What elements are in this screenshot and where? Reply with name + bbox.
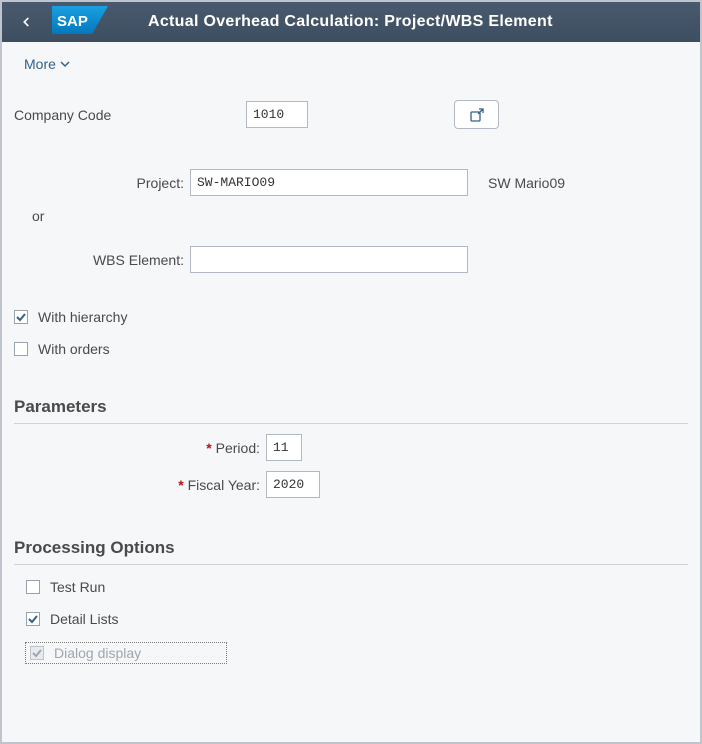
test-run-checkbox[interactable]	[26, 580, 40, 594]
chevron-left-icon	[19, 15, 33, 29]
fiscal-year-input[interactable]	[266, 471, 320, 498]
back-button[interactable]	[12, 8, 40, 36]
with-hierarchy-row: With hierarchy	[14, 309, 688, 325]
page-title: Actual Overhead Calculation: Project/WBS…	[148, 13, 553, 31]
parameters-divider	[14, 423, 688, 424]
processing-section-title: Processing Options	[14, 538, 688, 558]
company-code-row: Company Code	[14, 100, 688, 129]
sap-logo: SAP	[52, 6, 108, 39]
popup-icon	[469, 107, 485, 123]
fiscal-year-label: * Fiscal Year:	[14, 477, 266, 493]
with-orders-checkbox[interactable]	[14, 342, 28, 356]
detail-lists-label: Detail Lists	[50, 611, 118, 627]
dialog-display-checkbox	[30, 646, 44, 660]
with-hierarchy-checkbox[interactable]	[14, 310, 28, 324]
dialog-display-row: Dialog display	[26, 643, 676, 663]
launch-button[interactable]	[454, 100, 499, 129]
wbs-label: WBS Element:	[14, 252, 190, 268]
form-content: Company Code Project: SW Mario09 or WBS …	[2, 100, 700, 667]
with-hierarchy-label: With hierarchy	[38, 309, 127, 325]
with-orders-row: With orders	[14, 341, 688, 357]
fiscal-year-row: * Fiscal Year:	[14, 471, 688, 498]
company-code-label: Company Code	[14, 107, 246, 123]
chevron-down-icon	[60, 59, 70, 69]
project-description: SW Mario09	[488, 175, 565, 191]
wbs-input[interactable]	[190, 246, 468, 273]
wbs-row: WBS Element:	[14, 246, 688, 273]
test-run-label: Test Run	[50, 579, 105, 595]
toolbar-row: More	[2, 42, 700, 100]
processing-divider	[14, 564, 688, 565]
period-row: * Period:	[14, 434, 688, 461]
test-run-row: Test Run	[26, 579, 676, 595]
project-label: Project:	[14, 175, 190, 191]
app-header: SAP Actual Overhead Calculation: Project…	[2, 2, 700, 42]
project-input[interactable]	[190, 169, 468, 196]
detail-lists-checkbox[interactable]	[26, 612, 40, 626]
project-row: Project: SW Mario09	[14, 169, 688, 196]
processing-options: Test Run Detail Lists Dialog display	[14, 575, 688, 667]
dialog-display-focus: Dialog display	[26, 643, 226, 663]
period-input[interactable]	[266, 434, 302, 461]
company-code-input[interactable]	[246, 101, 308, 128]
with-orders-label: With orders	[38, 341, 110, 357]
detail-lists-row: Detail Lists	[26, 611, 676, 627]
period-label: * Period:	[14, 440, 266, 456]
more-dropdown[interactable]: More	[24, 56, 70, 72]
or-label: or	[14, 208, 688, 224]
dialog-display-label: Dialog display	[54, 645, 141, 661]
more-label: More	[24, 56, 56, 72]
svg-text:SAP: SAP	[57, 13, 88, 30]
parameters-section-title: Parameters	[14, 397, 688, 417]
